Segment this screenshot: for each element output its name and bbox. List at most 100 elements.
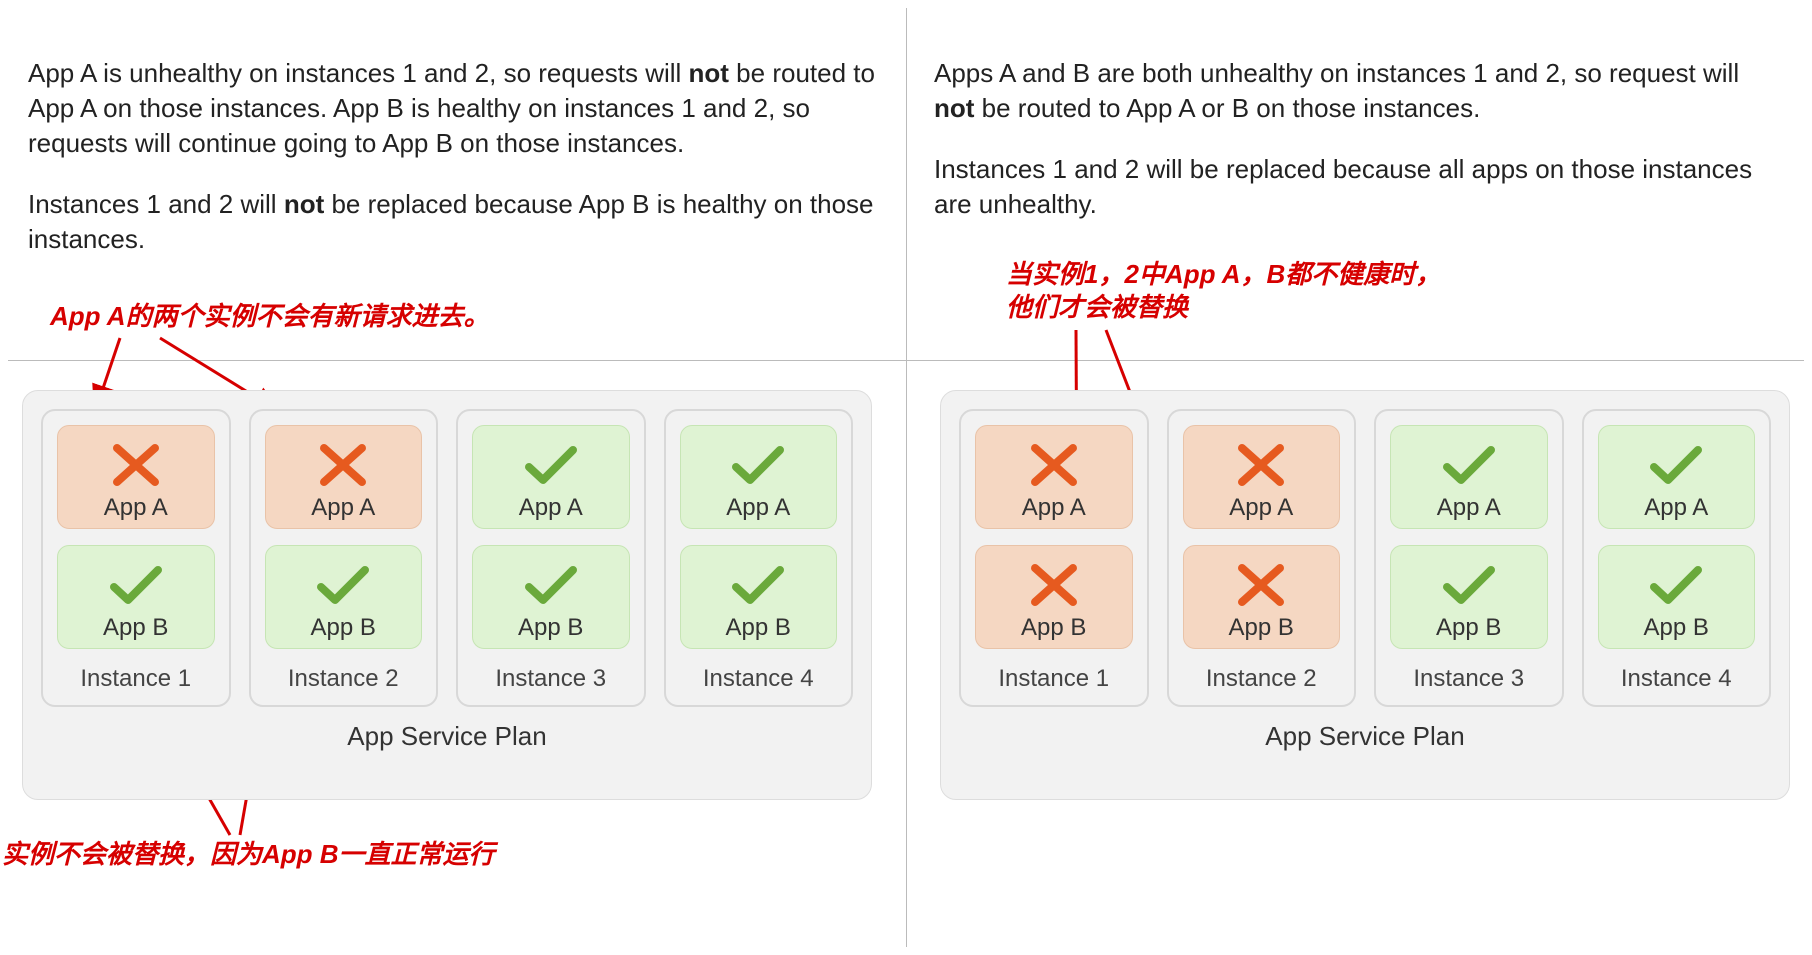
instance-label: Instance 3 <box>1390 665 1548 693</box>
cross-icon <box>316 440 370 490</box>
status-icon <box>1194 554 1330 616</box>
app-label: App A <box>1194 494 1330 522</box>
left-annotation-top: App A的两个实例不会有新请求进去。 <box>50 300 490 333</box>
status-icon <box>986 434 1122 496</box>
right-desc-2: Instances 1 and 2 will be replaced becau… <box>934 152 1784 222</box>
instance-label: Instance 2 <box>1183 665 1341 693</box>
text: Instances 1 and 2 will <box>28 189 284 219</box>
left-annotation-bottom: 实例不会被替换，因为App B一直正常运行 <box>2 838 495 871</box>
app-label: App B <box>691 614 827 642</box>
status-icon <box>68 554 204 616</box>
app-box: App A <box>472 425 630 529</box>
app-box: App B <box>680 545 838 649</box>
instance-box: App A App B Instance 4 <box>664 409 854 707</box>
app-label: App A <box>691 494 827 522</box>
status-icon <box>276 434 412 496</box>
app-box: App A <box>680 425 838 529</box>
app-label: App B <box>1609 614 1745 642</box>
app-box: App B <box>472 545 630 649</box>
status-icon <box>691 434 827 496</box>
app-label: App A <box>1609 494 1745 522</box>
status-icon <box>483 554 619 616</box>
instance-box: App A App B Instance 1 <box>41 409 231 707</box>
text-bold: not <box>284 189 324 219</box>
status-icon <box>68 434 204 496</box>
instance-box: App A App B Instance 2 <box>1167 409 1357 707</box>
status-icon <box>483 434 619 496</box>
check-icon <box>521 560 581 610</box>
app-box: App A <box>975 425 1133 529</box>
check-icon <box>106 560 166 610</box>
left-desc-1: App A is unhealthy on instances 1 and 2,… <box>28 56 878 161</box>
instance-label: Instance 4 <box>1598 665 1756 693</box>
page: App A is unhealthy on instances 1 and 2,… <box>0 0 1812 955</box>
status-icon <box>1401 554 1537 616</box>
instance-label: Instance 4 <box>680 665 838 693</box>
text: 他们才会被替换 <box>1006 292 1188 322</box>
check-icon <box>728 560 788 610</box>
app-label: App B <box>1194 614 1330 642</box>
app-box: App B <box>1183 545 1341 649</box>
app-box: App B <box>1598 545 1756 649</box>
text-bold: not <box>689 58 729 88</box>
right-instances-row: App A App B Instance 1 App A App B Instanc… <box>959 409 1771 707</box>
app-label: App B <box>986 614 1122 642</box>
text: be routed to App A or B on those instanc… <box>974 93 1480 123</box>
app-label: App A <box>483 494 619 522</box>
status-icon <box>986 554 1122 616</box>
right-desc-1: Apps A and B are both unhealthy on insta… <box>934 56 1784 126</box>
instance-box: App A App B Instance 3 <box>1374 409 1564 707</box>
right-app-service-plan: App A App B Instance 1 App A App B Instanc… <box>940 390 1790 800</box>
instance-box: App A App B Instance 3 <box>456 409 646 707</box>
status-icon <box>1401 434 1537 496</box>
instance-label: Instance 3 <box>472 665 630 693</box>
app-label: App A <box>1401 494 1537 522</box>
app-box: App B <box>57 545 215 649</box>
status-icon <box>276 554 412 616</box>
app-label: App A <box>276 494 412 522</box>
left-instances-row: App A App B Instance 1 App A App B Instanc… <box>41 409 853 707</box>
text: Apps A and B are both unhealthy on insta… <box>934 58 1739 88</box>
check-icon <box>1439 440 1499 490</box>
app-box: App A <box>57 425 215 529</box>
cross-icon <box>1027 560 1081 610</box>
app-box: App A <box>1598 425 1756 529</box>
status-icon <box>1609 554 1745 616</box>
app-label: App B <box>68 614 204 642</box>
text: 当实例1，2中App A，B都不健康时， <box>1006 259 1441 289</box>
left-app-service-plan: App A App B Instance 1 App A App B Instanc… <box>22 390 872 800</box>
app-label: App B <box>276 614 412 642</box>
app-box: App B <box>1390 545 1548 649</box>
status-icon <box>1609 434 1745 496</box>
instance-box: App A App B Instance 4 <box>1582 409 1772 707</box>
right-annotation: 当实例1，2中App A，B都不健康时， 他们才会被替换 <box>1006 258 1441 323</box>
plan-label: App Service Plan <box>959 721 1771 752</box>
cross-icon <box>1027 440 1081 490</box>
instance-box: App A App B Instance 2 <box>249 409 439 707</box>
check-icon <box>313 560 373 610</box>
instance-label: Instance 1 <box>57 665 215 693</box>
app-box: App B <box>975 545 1133 649</box>
app-label: App B <box>1401 614 1537 642</box>
instance-box: App A App B Instance 1 <box>959 409 1149 707</box>
cross-icon <box>109 440 163 490</box>
check-icon <box>521 440 581 490</box>
left-panel: App A is unhealthy on instances 1 and 2,… <box>0 0 906 955</box>
app-label: App A <box>986 494 1122 522</box>
right-panel: Apps A and B are both unhealthy on insta… <box>906 0 1812 955</box>
instance-label: Instance 1 <box>975 665 1133 693</box>
text-bold: not <box>934 93 974 123</box>
cross-icon <box>1234 560 1288 610</box>
app-label: App A <box>68 494 204 522</box>
app-label: App B <box>483 614 619 642</box>
app-box: App A <box>265 425 423 529</box>
status-icon <box>691 554 827 616</box>
check-icon <box>1439 560 1499 610</box>
text: App A is unhealthy on instances 1 and 2,… <box>28 58 689 88</box>
instance-label: Instance 2 <box>265 665 423 693</box>
check-icon <box>1646 440 1706 490</box>
status-icon <box>1194 434 1330 496</box>
plan-label: App Service Plan <box>41 721 853 752</box>
left-desc-2: Instances 1 and 2 will not be replaced b… <box>28 187 878 257</box>
app-box: App A <box>1390 425 1548 529</box>
